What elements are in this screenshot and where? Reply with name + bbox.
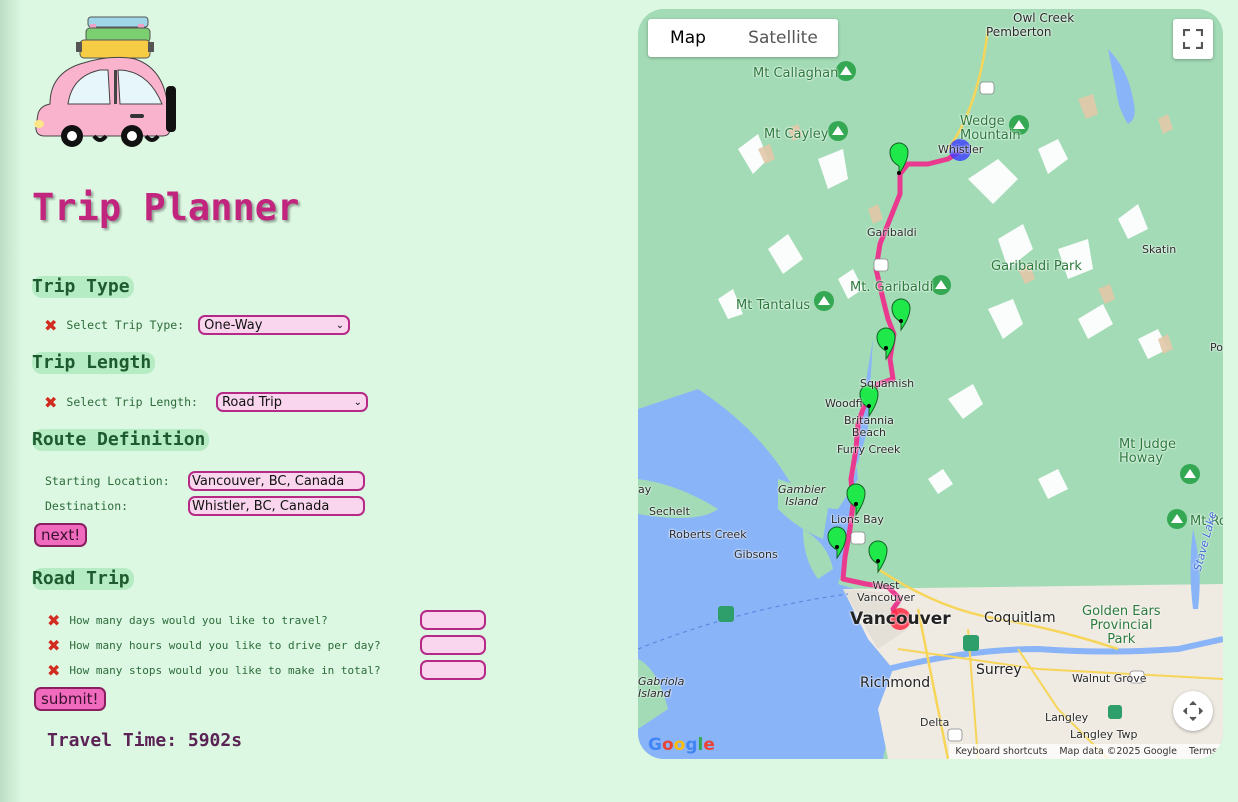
red-x-icon: ✖ [47,610,61,630]
map-label-woodfibre: Woodfi [825,397,863,410]
map-label-garibaldi-park: Garibaldi Park [991,259,1082,274]
stops-question-label: How many stops would you like to make in… [69,663,381,677]
trip-type-label: Select Trip Type: [66,318,185,332]
next-button[interactable]: next! [34,523,88,547]
map-label-whistler: Whistler [938,143,984,156]
map-label-pemberton: Pemberton [986,25,1052,39]
fullscreen-button[interactable] [1173,19,1213,59]
fullscreen-icon [1183,29,1203,49]
map-label-gibsons: Gibsons [734,548,778,561]
trip-type-row: ✖ Select Trip Type: One-Way ⌄ [44,314,351,336]
map-data-credit: Map data ©2025 Google [1059,746,1178,757]
map-label-owl-creek: Owl Creek [1013,11,1075,25]
red-x-icon: ✖ [47,660,61,680]
map-label-britannia-beach: Britannia Beach [844,414,894,439]
map-label-surrey: Surrey [976,662,1022,678]
map-label-mt-garibaldi: Mt. Garibaldi [850,280,934,295]
map-attribution: Keyboard shortcuts Map data ©2025 Google… [949,744,1223,759]
stops-input[interactable] [420,660,487,680]
left-edge-shadow [0,0,22,802]
map-label-skatin: Skatin [1142,243,1177,256]
map-type-control: Map Satellite [648,19,838,57]
terms-link[interactable]: Terms [1189,746,1217,757]
move-arrows-icon [1182,700,1204,722]
map-label-mt-tantalus: Mt Tantalus [736,298,811,313]
red-x-icon: ✖ [44,315,58,335]
trip-type-selected: One-Way [204,317,263,333]
map-label-edge-ay: ay [638,483,652,496]
map-label-mt-judge-howay: Mt Judge Howay [1119,437,1177,466]
map-label-edge-po: Po [1210,341,1223,354]
trip-length-select[interactable]: Road Trip ⌄ [215,392,368,412]
pan-control-button[interactable] [1173,691,1213,731]
map-label-lions-bay: Lions Bay [831,513,884,526]
chevron-down-icon: ⌄ [353,396,362,408]
keyboard-shortcuts-link[interactable]: Keyboard shortcuts [955,746,1047,757]
map-label-mt-callaghan: Mt Callaghan [753,66,839,81]
map-label-walnut-grove: Walnut Grove [1072,672,1147,685]
chevron-down-icon: ⌄ [335,319,345,331]
car-with-luggage-icon [30,14,180,154]
trip-type-select[interactable]: One-Way ⌄ [198,315,351,335]
map-label-sechelt: Sechelt [649,505,690,518]
submit-button[interactable]: submit! [34,687,106,711]
map-label-gabriola-island: Gabriola Island [638,675,685,700]
map-label-gambier-island: Gambier Island [778,483,826,508]
map-label-coquitlam: Coquitlam [984,610,1056,626]
travel-time: Travel Time: 5902s [47,730,243,751]
map-label-squamish: Squamish [860,377,915,390]
map-label-delta: Delta [920,716,950,729]
map-label-wedge-mountain: Wedge Mountain [960,114,1021,143]
map-label-mt-cayley: Mt Cayley [764,127,829,142]
map-label-vancouver: Vancouver [850,609,951,629]
map-label-west-vancouver: West Vancouver [857,579,915,604]
map-label-roberts-creek: Roberts Creek [669,528,747,541]
destination-label: Destination: [45,499,129,513]
map-label-furry-creek: Furry Creek [837,443,901,456]
trip-length-row: ✖ Select Trip Length: Road Trip ⌄ [44,391,368,413]
trip-length-selected: Road Trip [221,394,282,410]
map-label-langley-twp: Langley Twp [1070,728,1138,741]
hours-question-row: ✖ How many hours would you like to drive… [47,634,487,656]
starting-location-input[interactable] [188,471,365,491]
trip-type-heading: Trip Type [32,276,134,298]
route-definition-heading: Route Definition [32,429,210,451]
map-label-golden-ears: Golden Ears Provincial Park [1082,604,1161,647]
road-trip-heading: Road Trip [32,568,134,590]
map-tab-satellite[interactable]: Satellite [728,19,838,57]
hours-question-label: How many hours would you like to drive p… [69,638,381,652]
google-logo: Google [648,735,715,755]
destination-row: Destination: [45,495,365,517]
days-question-label: How many days would you like to travel? [69,613,328,627]
trip-length-label: Select Trip Length: [66,395,198,409]
hours-input[interactable] [420,635,487,655]
days-input[interactable] [420,610,487,630]
starting-location-row: Starting Location: [45,470,365,492]
destination-input[interactable] [188,496,365,516]
trip-length-heading: Trip Length [32,352,156,374]
starting-location-label: Starting Location: [45,474,170,488]
map-tab-map[interactable]: Map [648,19,728,57]
red-x-icon: ✖ [44,392,58,412]
map-label-garibaldi: Garibaldi [867,226,917,239]
route-map[interactable]: Owl Creek Pemberton Mt Callaghan Wedge M… [638,9,1223,759]
days-question-row: ✖ How many days would you like to travel… [47,609,487,631]
map-label-langley: Langley [1045,711,1089,724]
page-title: Trip Planner [32,186,300,229]
map-label-richmond: Richmond [860,675,931,691]
stops-question-row: ✖ How many stops would you like to make … [47,659,487,681]
red-x-icon: ✖ [47,635,61,655]
